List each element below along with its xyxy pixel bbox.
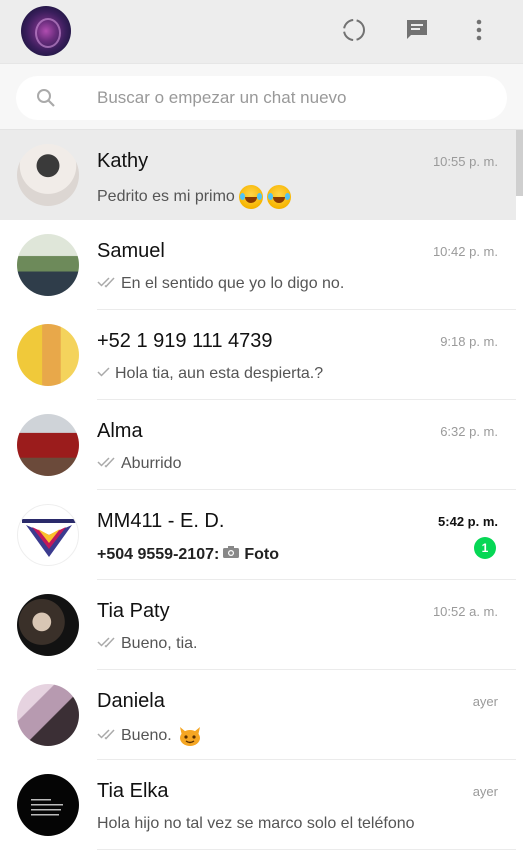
- chat-item-phone[interactable]: +52 1 919 111 4739 9:18 p. m. Hola tia, …: [0, 310, 516, 400]
- search-bar: Buscar o empezar un chat nuevo: [0, 64, 523, 130]
- chat-item-mm411[interactable]: MM411 - E. D. 5:42 p. m. +504 9559-2107:…: [0, 490, 516, 580]
- unread-badge: 1: [474, 537, 496, 559]
- menu-icon[interactable]: [465, 16, 493, 44]
- chat-preview: Hola tia, aun esta despierta.?: [97, 365, 323, 383]
- joy-emoji: [238, 185, 263, 209]
- chat-preview: Pedrito es mi primo: [97, 185, 291, 209]
- avatar: [17, 594, 79, 656]
- chat-time: ayer: [472, 694, 498, 709]
- avatar: [17, 684, 79, 746]
- chat-preview: Bueno, tia.: [97, 635, 198, 653]
- chat-item-alma[interactable]: Alma 6:32 p. m. Aburrido: [0, 400, 516, 490]
- avatar: [17, 414, 79, 476]
- chat-preview: Aburrido: [97, 455, 181, 473]
- search-placeholder: Buscar o empezar un chat nuevo: [97, 88, 347, 107]
- chat-time: 10:52 a. m.: [432, 604, 498, 619]
- chat-item-tia-elka[interactable]: Tia Elka ayer Hola hijo no tal vez se ma…: [0, 760, 516, 850]
- status-icon[interactable]: [340, 16, 368, 44]
- chat-item-daniela[interactable]: Daniela ayer Bueno.: [0, 670, 516, 760]
- my-profile-avatar[interactable]: [21, 6, 71, 56]
- chat-name: Samuel: [97, 240, 165, 262]
- avatar: [17, 324, 79, 386]
- camera-icon: [222, 545, 240, 564]
- chat-list: Kathy 10:55 p. m. Pedrito es mi primo Sa…: [0, 130, 523, 853]
- group-avatar: [17, 504, 79, 566]
- preview-text: Bueno.: [121, 727, 172, 744]
- avatar: [17, 774, 79, 836]
- chat-preview: +504 9559-2107: Foto: [97, 545, 279, 564]
- chat-item-kathy[interactable]: Kathy 10:55 p. m. Pedrito es mi primo: [0, 130, 516, 220]
- preview-sender: +504 9559-2107:: [97, 545, 220, 563]
- chat-name: Tia Paty: [97, 600, 170, 622]
- preview-text: Bueno, tia.: [121, 635, 198, 652]
- preview-text: Hola hijo no tal vez se marco solo el te…: [97, 815, 415, 832]
- chat-time: ayer: [472, 784, 498, 799]
- chat-time: 9:18 p. m.: [440, 334, 498, 349]
- preview-text: En el sentido que yo lo digo no.: [121, 275, 345, 292]
- joy-emoji: [266, 185, 291, 209]
- scrollbar[interactable]: [516, 130, 523, 196]
- app-header: [0, 0, 523, 64]
- chat-name: MM411 - E. D.: [97, 510, 225, 532]
- chat-name: Tia Elka: [97, 780, 169, 802]
- double-check-icon: [97, 275, 117, 293]
- chat-time: 10:42 p. m.: [432, 244, 498, 259]
- preview-text: Pedrito es mi primo: [97, 188, 235, 205]
- chat-name: +52 1 919 111 4739: [97, 330, 273, 352]
- chat-time: 6:32 p. m.: [440, 424, 498, 439]
- chat-item-tia-paty[interactable]: Tia Paty 10:52 a. m. Bueno, tia.: [0, 580, 516, 670]
- double-check-icon: [97, 727, 117, 745]
- double-check-icon: [97, 635, 117, 653]
- avatar: [17, 144, 79, 206]
- chat-time: 10:55 p. m.: [432, 154, 498, 169]
- preview-text: Aburrido: [121, 455, 182, 472]
- new-chat-icon[interactable]: [403, 16, 431, 44]
- chat-time: 5:42 p. m.: [438, 514, 498, 529]
- search-input[interactable]: Buscar o empezar un chat nuevo: [16, 76, 507, 120]
- chat-preview: Bueno.: [97, 725, 202, 747]
- chat-name: Kathy: [97, 150, 149, 172]
- preview-text: Foto: [244, 545, 279, 563]
- chat-name: Alma: [97, 420, 143, 442]
- double-check-icon: [97, 455, 117, 473]
- chat-preview: En el sentido que yo lo digo no.: [97, 275, 344, 293]
- check-icon: [97, 365, 111, 383]
- search-icon[interactable]: [36, 88, 56, 108]
- preview-text: Hola tia, aun esta despierta.?: [115, 365, 324, 382]
- chat-name: Daniela: [97, 690, 165, 712]
- avatar: [17, 234, 79, 296]
- chat-item-samuel[interactable]: Samuel 10:42 p. m. En el sentido que yo …: [0, 220, 516, 310]
- chat-preview: Hola hijo no tal vez se marco solo el te…: [97, 815, 415, 833]
- cat-emoji: [178, 725, 202, 747]
